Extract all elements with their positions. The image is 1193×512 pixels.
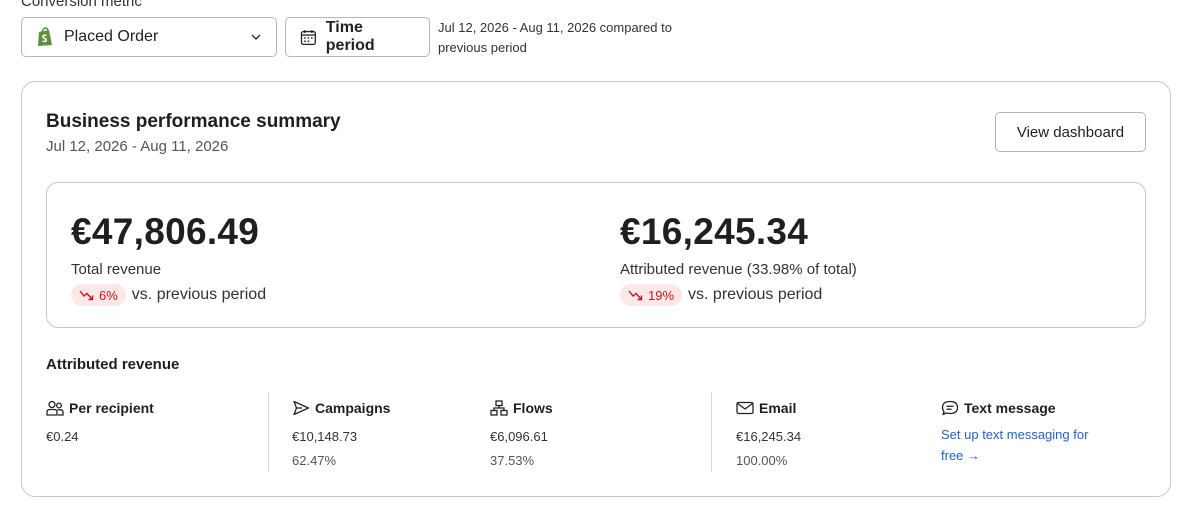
change-value: 6% [99,287,118,303]
change-value: 19% [648,287,675,303]
column-label: Flows [513,400,553,416]
flow-icon [490,400,508,416]
trend-down-icon [79,290,94,301]
column-value: €6,096.61 [490,429,548,444]
column-text-message: Text message Set up text messaging for f… [941,400,1091,466]
comparison-period-note: Jul 12, 2026 - Aug 11, 2026 compared to … [438,20,672,55]
chevron-down-icon [251,34,261,40]
kpi-panel: €47,806.49 Total revenue 6% vs. previous… [46,182,1146,328]
time-period-label: Time period [325,19,375,54]
card-date-range: Jul 12, 2026 - Aug 11, 2026 [46,138,229,155]
column-per-recipient: Per recipient €0.24 [46,400,154,444]
column-header: Email [736,400,801,416]
people-icon [46,400,64,416]
column-percent: 62.47% [292,453,337,468]
time-period-button[interactable]: Time period [285,17,430,57]
column-header: Flows [490,400,553,416]
compare-text: vs. previous period [688,286,823,303]
card-title: Business performance summary [46,111,341,132]
calendar-icon [300,29,316,45]
conversion-metric-select[interactable]: Placed Order [21,17,277,57]
column-email: Email €16,245.34 100.00% [736,400,801,468]
kpi-label: Total revenue [71,261,162,278]
chat-icon [941,400,959,416]
column-percent: 37.53% [490,453,535,468]
column-value: €16,245.34 [736,429,802,444]
kpi-value: €16,245.34 [620,211,809,252]
column-divider [268,392,269,472]
column-label: Email [759,400,797,416]
mail-icon [736,401,754,415]
kpi-total-revenue: €47,806.49 Total revenue 6% vs. previous… [71,211,266,306]
send-icon [293,400,310,416]
column-divider [711,392,712,472]
kpi-value: €47,806.49 [71,211,260,252]
column-value: €10,148.73 [292,429,358,444]
business-performance-card: Business performance summary Jul 12, 202… [21,81,1171,497]
column-label: Campaigns [315,400,391,416]
column-label: Per recipient [69,400,154,416]
kpi-label: Attributed revenue (33.98% of total) [620,261,857,278]
change-badge: 19% [620,284,683,306]
conversion-metric-label: Conversion metric [21,0,142,10]
column-header: Campaigns [292,400,390,416]
compare-text: vs. previous period [131,286,267,303]
shopify-icon [38,27,52,46]
setup-text-messaging-link[interactable]: Set up text messaging for free → [941,424,1091,466]
column-percent: 100.00% [736,453,788,468]
column-header: Text message [941,400,1091,416]
attributed-revenue-heading: Attributed revenue [46,356,180,373]
column-campaigns: Campaigns €10,148.73 62.47% [292,400,390,468]
kpi-trend: 19% vs. previous period [620,284,857,306]
column-flows: Flows €6,096.61 37.53% [490,400,553,468]
column-header: Per recipient [46,400,154,416]
column-label: Text message [964,400,1056,416]
kpi-trend: 6% vs. previous period [71,284,266,306]
conversion-metric-value: Placed Order [64,28,159,45]
change-badge: 6% [71,284,126,306]
trend-down-icon [628,290,643,301]
kpi-attributed-revenue: €16,245.34 Attributed revenue (33.98% of… [620,211,857,306]
column-value: €0.24 [46,429,79,444]
view-dashboard-button[interactable]: View dashboard [995,112,1146,152]
